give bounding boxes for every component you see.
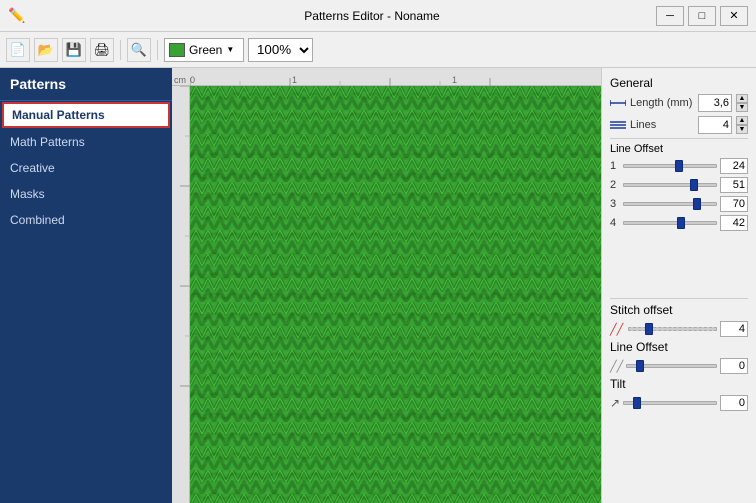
length-down-btn[interactable]: ▼ <box>736 103 748 112</box>
general-section-title: General <box>610 76 748 90</box>
offset-slider-4[interactable] <box>623 221 717 225</box>
tilt-icon: ↗ <box>610 396 620 410</box>
offset-input-3[interactable] <box>720 196 748 212</box>
title-bar-left-spacer: ✏️ <box>8 7 88 24</box>
offset-input-2[interactable] <box>720 177 748 193</box>
length-icon <box>610 96 626 110</box>
length-input[interactable]: 3,6 <box>698 94 732 112</box>
offset-row-2: 2 <box>610 177 748 193</box>
length-spinner: ▲ ▼ <box>736 94 748 112</box>
toolbar: 📄 📂 💾 🖨 🔍 Green ▼ 100% 50% 75% 150% 200% <box>0 32 756 68</box>
offset-row-3: 3 <box>610 196 748 212</box>
sidebar: Patterns Manual Patterns Math Patterns C… <box>0 68 172 503</box>
offset-row-4: 4 <box>610 215 748 231</box>
line-offset-icon-2: ╱╱ <box>610 360 623 373</box>
color-selector[interactable]: Green ▼ <box>164 38 244 62</box>
sidebar-item-math-patterns[interactable]: Math Patterns <box>0 129 172 155</box>
lines-row: Lines 4 ▲ ▼ <box>610 116 748 134</box>
stitch-offset-row: ╱╱ <box>610 321 748 337</box>
toolbar-separator <box>120 40 121 60</box>
color-label: Green <box>189 43 222 57</box>
offset-thumb-4[interactable] <box>677 217 685 229</box>
tilt-input[interactable] <box>720 395 748 411</box>
stitch-icon: ╱╱ <box>610 323 623 336</box>
zoom-selector[interactable]: 100% 50% 75% 150% 200% <box>248 38 313 62</box>
sidebar-item-combined[interactable]: Combined <box>0 207 172 233</box>
lines-down-btn[interactable]: ▼ <box>736 125 748 134</box>
offset-num-4: 4 <box>610 217 620 229</box>
stitch-input[interactable] <box>720 321 748 337</box>
line-offset-thumb-2[interactable] <box>636 360 644 372</box>
divider-2 <box>610 298 748 299</box>
offset-thumb-3[interactable] <box>693 198 701 210</box>
offset-num-1: 1 <box>610 160 620 172</box>
ruler-unit: cm <box>174 75 186 85</box>
new-button[interactable]: 📄 <box>6 38 30 62</box>
length-up-btn[interactable]: ▲ <box>736 94 748 103</box>
length-label: Length (mm) <box>630 97 694 109</box>
stitch-offset-title: Stitch offset <box>610 303 748 317</box>
length-row: Length (mm) 3,6 ▲ ▼ <box>610 94 748 112</box>
line-offset-input-2[interactable] <box>720 358 748 374</box>
title-bar: ✏️ Patterns Editor - Noname ─ □ ✕ <box>0 0 756 32</box>
pattern-svg <box>190 86 601 503</box>
right-panel: General Length (mm) 3,6 ▲ ▼ Lines <box>601 68 756 503</box>
offset-slider-3[interactable] <box>623 202 717 206</box>
minimize-button[interactable]: ─ <box>656 6 684 26</box>
title-bar-title: Patterns Editor - Noname <box>88 9 656 23</box>
color-box <box>169 43 185 57</box>
tilt-thumb[interactable] <box>633 397 641 409</box>
close-button[interactable]: ✕ <box>720 6 748 26</box>
toolbar-separator-2 <box>157 40 158 60</box>
lines-spinner: ▲ ▼ <box>736 116 748 134</box>
offset-slider-2[interactable] <box>623 183 717 187</box>
spacer <box>610 234 748 294</box>
main-layout: Patterns Manual Patterns Math Patterns C… <box>0 68 756 503</box>
sidebar-title: Patterns <box>0 68 172 101</box>
open-button[interactable]: 📂 <box>34 38 58 62</box>
offset-thumb-2[interactable] <box>690 179 698 191</box>
lines-up-btn[interactable]: ▲ <box>736 116 748 125</box>
offset-num-2: 2 <box>610 179 620 191</box>
divider-1 <box>610 138 748 139</box>
line-offset-slider-2[interactable] <box>626 364 717 368</box>
lines-label: Lines <box>630 119 694 131</box>
offset-slider-1[interactable] <box>623 164 717 168</box>
offset-input-1[interactable] <box>720 158 748 174</box>
lines-input[interactable]: 4 <box>698 116 732 134</box>
sidebar-item-masks[interactable]: Masks <box>0 181 172 207</box>
line-offset-row-2: ╱╱ <box>610 358 748 374</box>
canvas-area: cm 0 1 1 <box>172 68 601 503</box>
tilt-title: Tilt <box>610 377 748 391</box>
offset-num-3: 3 <box>610 198 620 210</box>
offset-row-1: 1 <box>610 158 748 174</box>
maximize-button[interactable]: □ <box>688 6 716 26</box>
line-offset-title: Line Offset <box>610 143 748 155</box>
sidebar-item-manual-patterns[interactable]: Manual Patterns <box>2 102 170 128</box>
color-dropdown-arrow: ▼ <box>226 45 234 54</box>
title-bar-controls: ─ □ ✕ <box>656 6 748 26</box>
line-offset-title-2: Line Offset <box>610 340 748 354</box>
canvas-content[interactable] <box>190 86 601 503</box>
ruler-left-svg: 0 1 2 <box>172 86 190 486</box>
lines-icon <box>610 118 626 132</box>
sidebar-item-creative[interactable]: Creative <box>0 155 172 181</box>
save-button[interactable]: 💾 <box>62 38 86 62</box>
stitch-slider[interactable] <box>628 327 717 331</box>
offset-input-4[interactable] <box>720 215 748 231</box>
print-button[interactable]: 🖨 <box>90 38 114 62</box>
ruler-left: 0 1 2 <box>172 86 190 503</box>
tilt-slider[interactable] <box>623 401 717 405</box>
ruler-ticks-svg <box>190 68 601 86</box>
offset-thumb-1[interactable] <box>675 160 683 172</box>
zoom-button[interactable]: 🔍 <box>127 38 151 62</box>
stitch-thumb[interactable] <box>645 323 653 335</box>
tilt-row: ↗ <box>610 395 748 411</box>
ruler-top: cm 0 1 1 <box>172 68 601 86</box>
